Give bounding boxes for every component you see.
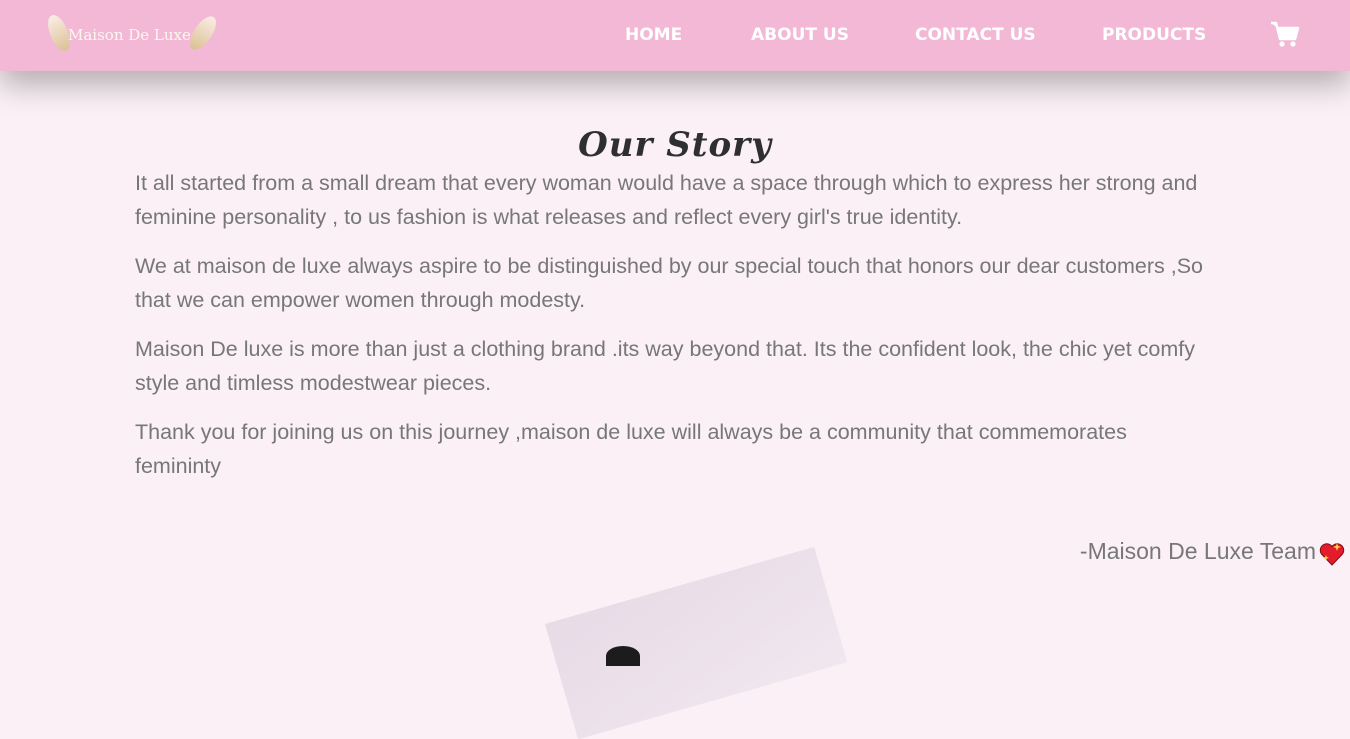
story-paragraph: Thank you for joining us on this journey… — [135, 420, 1127, 478]
logo-text: Maison De Luxe — [68, 26, 191, 44]
photo-figure — [606, 646, 640, 666]
product-photo — [545, 546, 848, 739]
nav-home-link[interactable]: HOME — [625, 25, 682, 45]
story-paragraph: We at maison de luxe always aspire to be… — [135, 254, 1204, 312]
cart-icon[interactable] — [1270, 20, 1300, 48]
navbar: Maison De Luxe HOME ABOUT US CONTACT US … — [0, 0, 1350, 71]
story-text: It all started from a small dream that e… — [135, 166, 1215, 498]
brand-logo[interactable]: Maison De Luxe — [42, 11, 220, 58]
sparkling-heart-icon — [1318, 540, 1346, 568]
story-title: Our Story — [578, 124, 772, 165]
team-signature: -Maison De Luxe Team — [1079, 538, 1316, 564]
nav-products-link[interactable]: PRODUCTS — [1102, 25, 1206, 45]
nav-about-link[interactable]: ABOUT US — [751, 25, 849, 45]
nav-contact-link[interactable]: CONTACT US — [915, 25, 1036, 45]
story-paragraph: Maison De luxe is more than just a cloth… — [135, 337, 1196, 395]
story-paragraph: It all started from a small dream that e… — [135, 171, 1198, 229]
